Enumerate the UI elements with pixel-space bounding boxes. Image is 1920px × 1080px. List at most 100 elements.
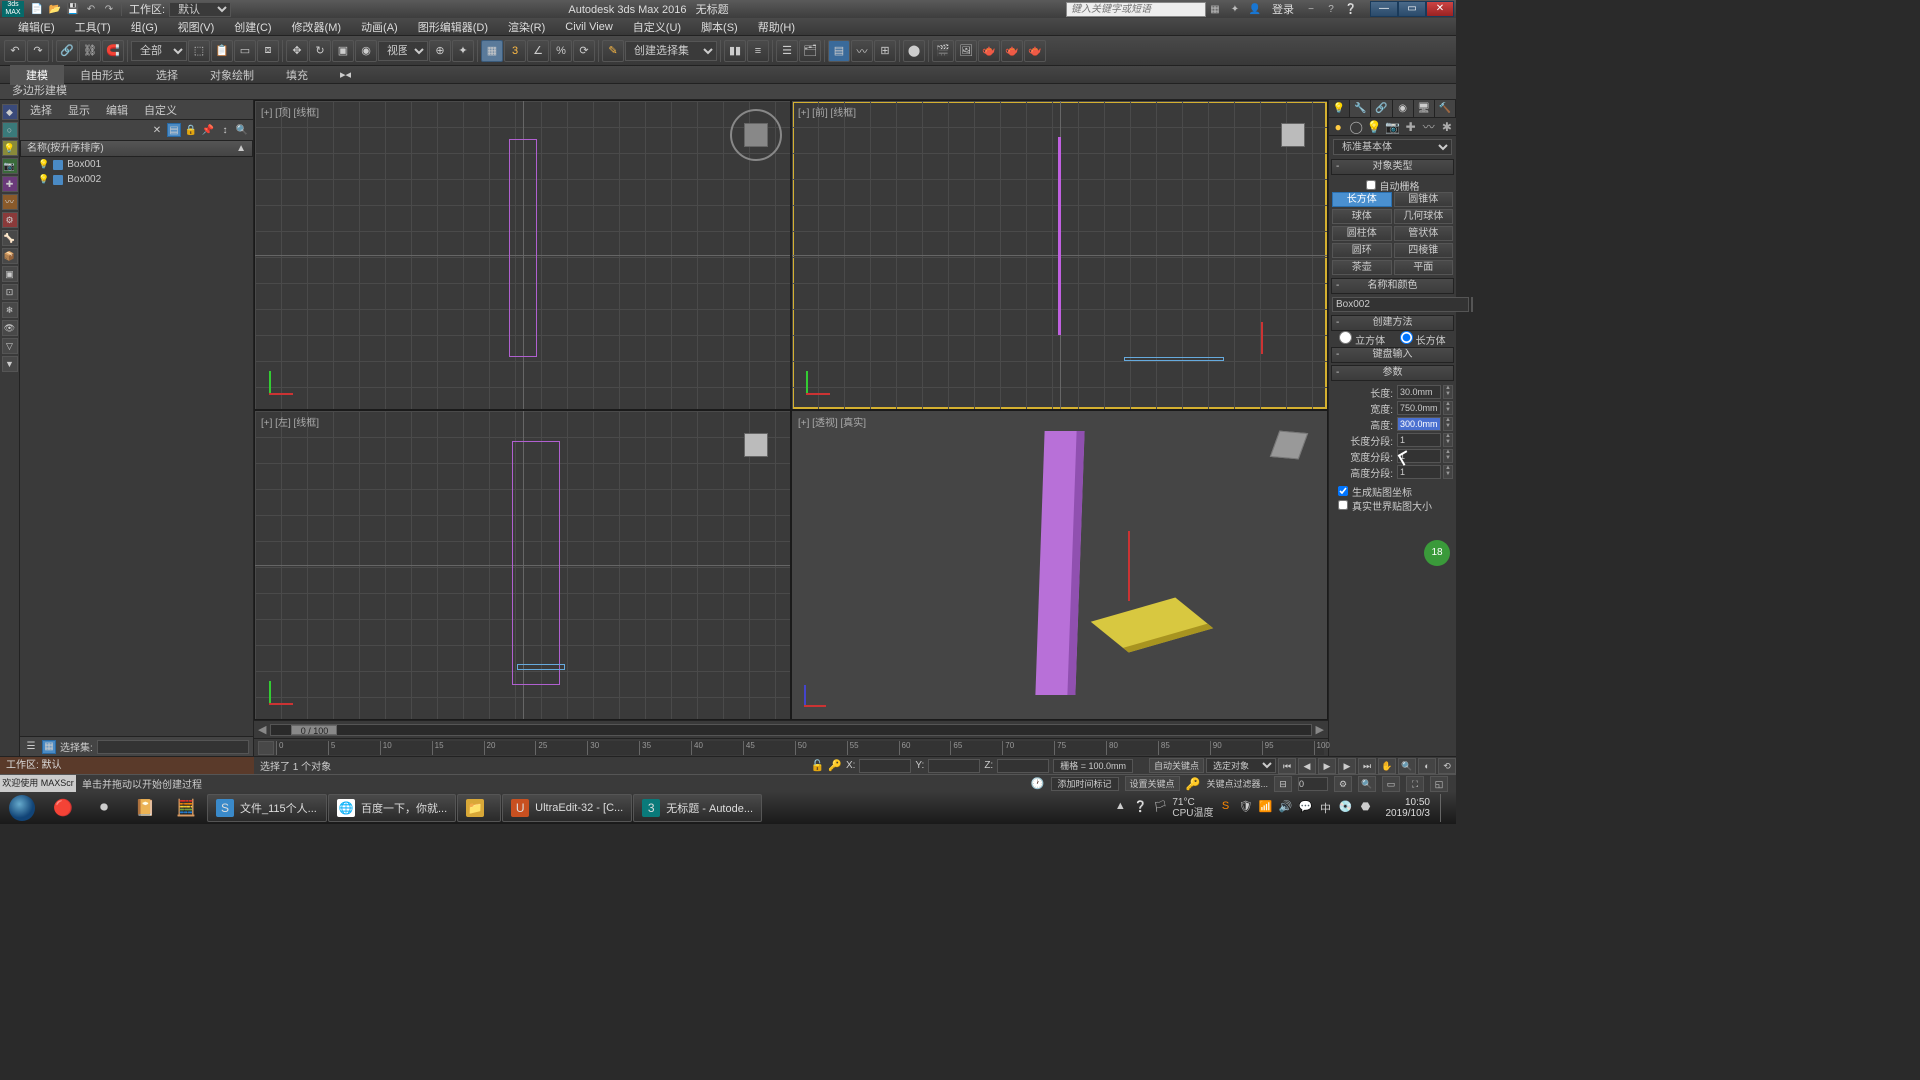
exp-tab-select[interactable]: 选择 [24, 102, 58, 118]
param-长度分段:[interactable] [1397, 433, 1441, 447]
exp-search-icon[interactable]: 🔍 [235, 123, 249, 137]
exp-toggle-icon[interactable]: ▦ [42, 740, 56, 754]
lt-camera-icon[interactable]: 📷 [2, 158, 18, 174]
task-files[interactable]: S文件_115个人... [207, 794, 327, 822]
key-icon[interactable]: 🔑 [828, 759, 842, 772]
spinner[interactable]: ▲▼ [1443, 465, 1453, 479]
cmd-category-dropdown[interactable]: 标准基本体 [1333, 139, 1452, 155]
pivot-button[interactable]: ⊕ [429, 40, 451, 62]
param-长度:[interactable] [1397, 385, 1441, 399]
ribbon-tab-modeling[interactable]: 建模 [10, 65, 64, 85]
cmd-tab-hierarchy[interactable]: 🔗 [1371, 100, 1392, 117]
lt-misc2-icon[interactable]: ▼ [2, 356, 18, 372]
x-input[interactable] [859, 759, 911, 773]
named-selection-dropdown[interactable]: 创建选择集 [625, 41, 717, 61]
window-crossing-button[interactable]: ⧈ [257, 40, 279, 62]
cmd-tab-modify[interactable]: 🔧 [1350, 100, 1371, 117]
exp-layers-icon[interactable]: ☰ [24, 740, 38, 754]
cmd-tab-display[interactable]: 🖥 [1414, 100, 1435, 117]
prim-长方体[interactable]: 长方体 [1332, 192, 1392, 207]
spinner[interactable]: ▲▼ [1443, 433, 1453, 447]
object-color-swatch[interactable] [1471, 297, 1473, 312]
placement-button[interactable]: ◉ [355, 40, 377, 62]
link-button[interactable]: 🔗 [56, 40, 78, 62]
y-input[interactable] [928, 759, 980, 773]
cmd-sub-space[interactable]: 〰 [1420, 118, 1438, 135]
help-search-input[interactable] [1066, 2, 1206, 17]
key-icon-2[interactable]: 🔑 [1186, 777, 1201, 791]
tag-icon[interactable]: 🕐 [1031, 777, 1045, 790]
lt-space-icon[interactable]: 〰 [2, 194, 18, 210]
setkey-button[interactable]: 设置关键点 [1125, 776, 1180, 791]
rollout-objtype[interactable]: 对象类型 [1331, 159, 1454, 175]
task-ultraedit[interactable]: UUltraEdit-32 - [C... [502, 794, 632, 822]
bind-button[interactable]: 🧲 [102, 40, 124, 62]
exp-item-box002[interactable]: 💡Box002 [20, 172, 253, 187]
prim-平面[interactable]: 平面 [1394, 260, 1454, 275]
frame-input-spin[interactable]: ⊟ [1274, 776, 1292, 792]
prim-圆锥体[interactable]: 圆锥体 [1394, 192, 1454, 207]
prim-圆柱体[interactable]: 圆柱体 [1332, 226, 1392, 241]
render-iter-button[interactable]: 🫖 [1024, 40, 1046, 62]
param-高度分段:[interactable] [1397, 465, 1441, 479]
menu-script[interactable]: 脚本(S) [691, 19, 748, 35]
pokeball-icon[interactable]: 🔴 [43, 794, 83, 822]
percent-snap-button[interactable]: % [550, 40, 572, 62]
menu-create[interactable]: 创建(C) [224, 19, 281, 35]
nav-orbit-button[interactable]: ⟲ [1438, 758, 1456, 774]
tray-shield-icon[interactable]: 🛡 [1238, 800, 1254, 816]
cmd-tab-create[interactable]: 💡 [1329, 100, 1350, 117]
material-editor-button[interactable]: ⬤ [903, 40, 925, 62]
viewcube-left[interactable] [730, 419, 782, 471]
exp-tab-edit[interactable]: 编辑 [100, 102, 134, 118]
cmd-sub-shape[interactable]: ◯ [1347, 118, 1365, 135]
help2-icon[interactable]: ? [1323, 1, 1339, 17]
rollout-params[interactable]: 参数 [1331, 365, 1454, 381]
exp-tab-custom[interactable]: 自定义 [138, 102, 183, 118]
exp-x-icon[interactable]: ✕ [150, 123, 164, 137]
viewport-front[interactable]: [+] [前] [线框] [792, 101, 1327, 409]
undo-button[interactable]: ↶ [4, 40, 26, 62]
nav-min-button[interactable]: ◱ [1430, 776, 1448, 792]
param-高度:[interactable] [1397, 417, 1441, 431]
spinner[interactable]: ▲▼ [1443, 417, 1453, 431]
exp-pin-icon[interactable]: 📌 [201, 123, 215, 137]
task-explorer[interactable]: 📁 [457, 794, 501, 822]
minimize-ribbon-icon[interactable]: − [1303, 1, 1319, 17]
add-time-tag[interactable]: 添加时间标记 [1051, 777, 1119, 791]
tray-sogou-icon[interactable]: S [1218, 800, 1234, 816]
radio-cube[interactable]: 立方体 [1339, 331, 1385, 347]
param-宽度:[interactable] [1397, 401, 1441, 415]
show-desktop-button[interactable] [1440, 794, 1448, 822]
menu-tools[interactable]: 工具(T) [65, 19, 121, 35]
key-target-dropdown[interactable]: 选定对象 [1206, 758, 1276, 773]
gen-uv-checkbox[interactable] [1338, 486, 1348, 496]
menu-view[interactable]: 视图(V) [168, 19, 225, 35]
ribbon-toggle-icon[interactable]: ▸◂ [340, 68, 351, 81]
schematic-button[interactable]: ⊞ [874, 40, 896, 62]
select-object-button[interactable]: ⬚ [188, 40, 210, 62]
manip-button[interactable]: ✦ [452, 40, 474, 62]
menu-customize[interactable]: 自定义(U) [623, 19, 691, 35]
goto-start-button[interactable]: ⏮ [1278, 758, 1296, 774]
play-button[interactable]: ▶ [1318, 758, 1336, 774]
lt-geom-icon[interactable]: ◆ [2, 104, 18, 120]
snap-toggle-button[interactable]: ▦ [481, 40, 503, 62]
tray-chat-icon[interactable]: 💬 [1298, 800, 1314, 816]
mirror-button[interactable]: ▮▮ [724, 40, 746, 62]
grid-icon[interactable]: ▦ [1207, 1, 1223, 17]
select-rect-button[interactable]: ▭ [234, 40, 256, 62]
vp-left-label[interactable]: [+] [左] [线框] [261, 414, 319, 429]
unlink-button[interactable]: ⛓ [79, 40, 101, 62]
nav-zoom2-button[interactable]: 🔍 [1358, 776, 1376, 792]
menu-edit[interactable]: 编辑(E) [8, 19, 65, 35]
viewport-top[interactable]: [+] [顶] [线框] [255, 101, 790, 409]
lt-system-icon[interactable]: ⚙ [2, 212, 18, 228]
maxscript-welcome[interactable]: 欢迎使用 MAXScr [0, 775, 76, 792]
cmd-sub-geom[interactable]: ● [1329, 118, 1347, 135]
workspace-dropdown[interactable]: 默认 [169, 2, 231, 17]
prim-茶壶[interactable]: 茶壶 [1332, 260, 1392, 275]
minimize-button[interactable]: — [1370, 1, 1398, 17]
tray-misc-icon[interactable]: ⬣ [1358, 800, 1374, 816]
cmd-sub-light[interactable]: 💡 [1365, 118, 1383, 135]
